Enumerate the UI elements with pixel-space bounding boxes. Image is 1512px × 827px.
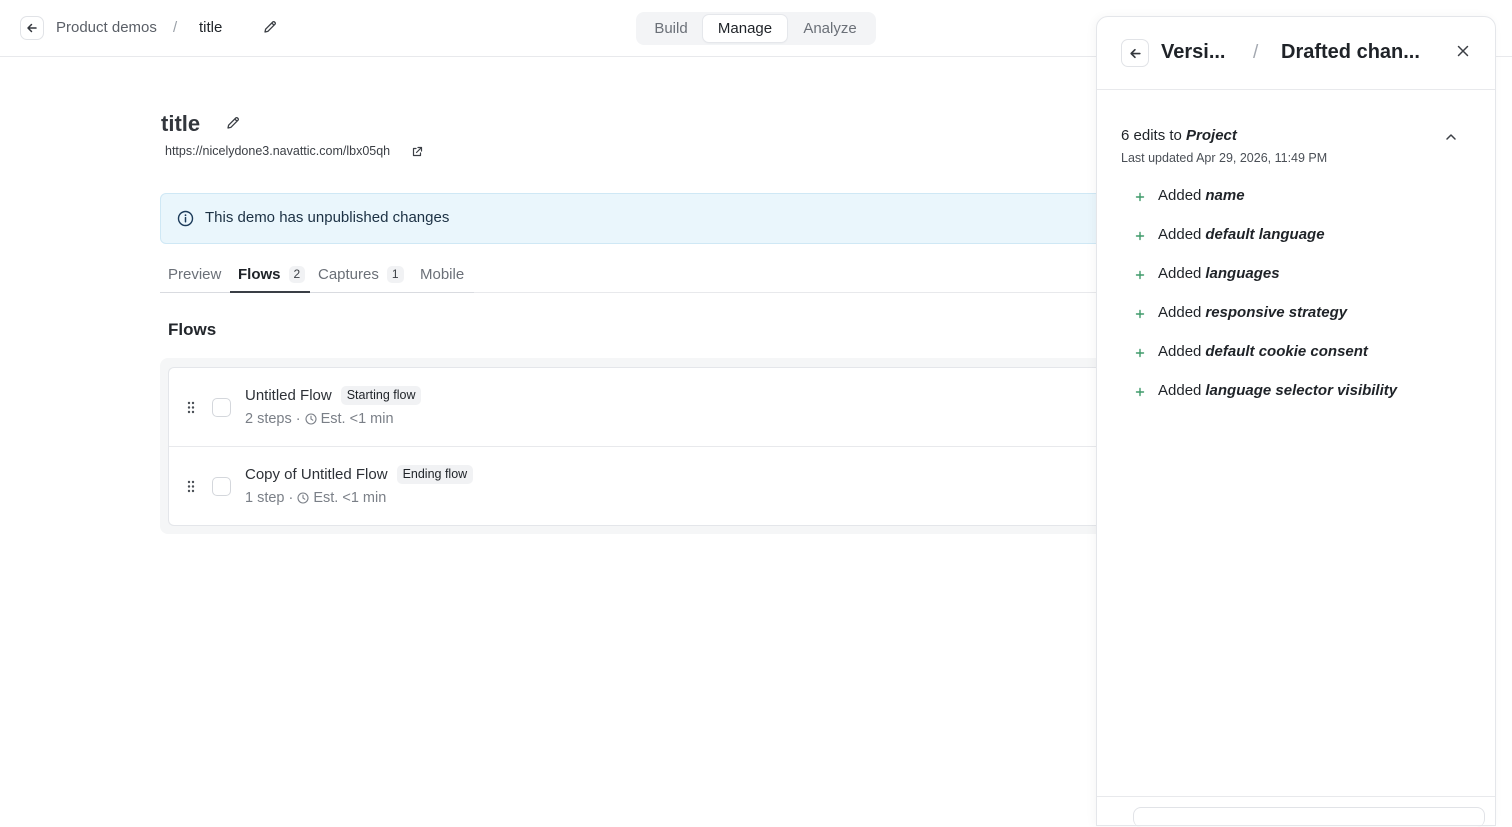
panel-breadcrumb-versions[interactable]: Versi... — [1161, 41, 1226, 64]
tab-captures[interactable]: Captures 1 — [318, 263, 404, 285]
version-history-panel: Versi... / Drafted chan... 6 edits to Pr… — [1096, 16, 1496, 827]
change-action: Added — [1158, 382, 1202, 399]
flow-steps: 1 step — [245, 490, 285, 506]
flow-name[interactable]: Untitled Flow Starting flow — [245, 386, 422, 405]
back-button[interactable] — [20, 16, 44, 40]
external-link-icon[interactable] — [411, 146, 423, 158]
drag-handle-icon[interactable] — [187, 480, 195, 493]
flows-list: Untitled Flow Starting flow 2 steps · Est… — [168, 367, 1121, 526]
breadcrumb-separator: / — [173, 19, 178, 36]
change-field: responsive strategy — [1205, 304, 1348, 321]
change-action: Added — [1158, 343, 1202, 360]
flow-name[interactable]: Copy of Untitled Flow Ending flow — [245, 465, 474, 484]
flow-tag: Starting flow — [340, 386, 422, 405]
flow-checkbox[interactable] — [212, 398, 231, 417]
change-item: Added responsive strategy — [1133, 304, 1473, 343]
flow-name-text: Untitled Flow — [245, 387, 332, 404]
flow-row[interactable]: Untitled Flow Starting flow 2 steps · Est… — [169, 368, 1121, 447]
last-updated: Last updated Apr 29, 2026, 11:49 PM — [1121, 151, 1328, 165]
change-field: default cookie consent — [1205, 343, 1368, 360]
plus-icon — [1135, 192, 1145, 202]
plus-icon — [1135, 270, 1145, 280]
plus-icon — [1135, 231, 1145, 241]
flow-meta: 2 steps · Est. <1 min — [245, 411, 394, 427]
change-field: language selector visibility — [1205, 382, 1398, 399]
drag-handle-icon[interactable] — [187, 401, 195, 414]
panel-breadcrumb-current: Drafted chan... — [1281, 41, 1420, 63]
segment-analyze[interactable]: Analyze — [787, 15, 873, 42]
meta-separator: · — [295, 411, 301, 427]
breadcrumb-current: title — [199, 19, 223, 36]
active-tab-underline — [230, 291, 310, 293]
change-action: Added — [1158, 187, 1202, 204]
edits-target: Project — [1186, 127, 1237, 144]
change-action: Added — [1158, 304, 1202, 321]
clock-icon — [297, 492, 309, 504]
flow-meta: 1 step · Est. <1 min — [245, 490, 386, 506]
change-list: Added name Added default language Added lan… — [1133, 187, 1473, 421]
edits-count: 6 edits to — [1121, 127, 1182, 144]
change-item: Added name — [1133, 187, 1473, 226]
flow-checkbox[interactable] — [212, 477, 231, 496]
change-action: Added — [1158, 265, 1202, 282]
arrow-left-icon — [27, 23, 37, 33]
tab-label: Mobile — [420, 265, 465, 283]
breadcrumb-product-demos[interactable]: Product demos — [56, 18, 157, 38]
flow-estimate: Est. <1 min — [320, 411, 394, 427]
flow-row[interactable]: Copy of Untitled Flow Ending flow 1 step … — [169, 447, 1121, 526]
change-item: Added default cookie consent — [1133, 343, 1473, 382]
change-item: Added language selector visibility — [1133, 382, 1473, 421]
tab-label: Captures — [318, 265, 379, 283]
content-tabs: Preview Flows 2 Captures 1 Mobile — [160, 256, 1120, 293]
change-field: name — [1205, 187, 1245, 204]
panel-back-button[interactable] — [1121, 39, 1149, 67]
plus-icon — [1135, 348, 1145, 358]
tab-label: Flows — [238, 265, 281, 283]
panel-footer-button[interactable] — [1133, 807, 1485, 827]
change-field: languages — [1205, 265, 1280, 282]
flow-steps: 2 steps — [245, 411, 292, 427]
tabs-rule — [160, 292, 474, 293]
info-circle-icon — [177, 210, 194, 227]
plus-icon — [1135, 309, 1145, 319]
change-action: Added — [1158, 226, 1202, 243]
edits-summary: 6 edits to Project — [1121, 127, 1237, 144]
banner-text: This demo has unpublished changes — [205, 209, 450, 226]
panel-header: Versi... / Drafted chan... — [1097, 17, 1495, 90]
panel-breadcrumb-separator: / — [1253, 42, 1259, 63]
tab-mobile[interactable]: Mobile — [420, 263, 464, 285]
close-icon[interactable] — [1455, 43, 1471, 59]
flow-estimate: Est. <1 min — [313, 490, 387, 506]
tab-count-badge: 2 — [288, 265, 306, 283]
change-field: default language — [1205, 226, 1325, 243]
plus-icon — [1135, 387, 1145, 397]
tab-preview[interactable]: Preview — [168, 263, 221, 285]
page-title: title — [161, 111, 201, 136]
chevron-up-icon[interactable] — [1444, 130, 1458, 144]
segment-manage[interactable]: Manage — [703, 15, 787, 42]
mode-segmented-control: Build Manage Analyze — [636, 12, 876, 45]
panel-footer-divider — [1097, 796, 1495, 797]
flow-tag: Ending flow — [396, 465, 474, 484]
unpublished-changes-banner: This demo has unpublished changes — [160, 193, 1120, 244]
clock-icon — [305, 413, 317, 425]
change-item: Added languages — [1133, 265, 1473, 304]
flows-list-container: Untitled Flow Starting flow 2 steps · Est… — [160, 358, 1121, 534]
tab-flows[interactable]: Flows 2 — [238, 263, 306, 285]
arrow-left-icon — [1129, 48, 1141, 58]
tab-label: Preview — [168, 265, 222, 283]
change-item: Added default language — [1133, 226, 1473, 265]
section-title-flows: Flows — [168, 320, 217, 339]
meta-separator: · — [288, 490, 294, 506]
demo-url-link[interactable]: https://nicelydone3.navattic.com/lbx05qh — [165, 144, 390, 158]
flow-name-text: Copy of Untitled Flow — [245, 466, 388, 483]
edit-page-title-pencil-icon[interactable] — [225, 115, 241, 131]
segment-build[interactable]: Build — [639, 15, 703, 42]
tab-count-badge: 1 — [386, 265, 404, 283]
edit-title-pencil-icon[interactable] — [262, 19, 278, 35]
